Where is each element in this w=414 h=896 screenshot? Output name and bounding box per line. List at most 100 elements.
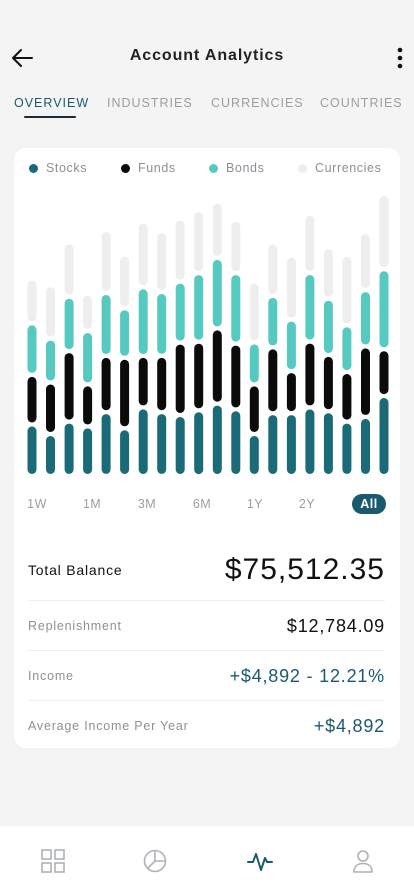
bar-currencies-13 [249,283,259,341]
bar-stocks-18 [342,423,352,474]
bar-bonds-12 [231,275,241,342]
bar-stocks-19 [361,418,370,474]
total-balance-label: Total Balance [28,562,123,578]
bar-bonds-15 [286,321,296,370]
income-label: Income [28,669,74,683]
income-value: +$4,892 - 12.21% [229,665,385,686]
bar-funds-17 [323,356,333,410]
bar-stocks-4 [83,428,93,474]
bar-bonds-18 [342,327,352,371]
bar-funds-5 [101,357,111,411]
bar-funds-12 [231,345,241,408]
period-1w[interactable]: 1W [22,494,52,514]
more-vertical-icon[interactable] [390,44,410,72]
bar-currencies-3 [64,244,74,295]
activity-icon[interactable] [247,848,273,874]
tab-industries[interactable]: INDUSTRIES [107,96,193,110]
grid-icon[interactable] [40,848,66,874]
period-1y[interactable]: 1Y [240,494,270,514]
bar-currencies-7 [138,223,148,286]
bar-funds-4 [83,386,93,425]
replenishment-value: $12,784.09 [286,615,385,636]
bar-funds-2 [46,384,55,432]
bar-currencies-14 [268,244,278,294]
bar-funds-19 [361,348,370,415]
income-row: Income +$4,892 - 12.21% [28,664,385,688]
bar-stocks-17 [323,413,333,474]
period-6m[interactable]: 6M [187,494,217,514]
bar-stocks-8 [157,414,167,474]
bar-stocks-5 [101,414,111,474]
bar-bonds-9 [175,283,185,341]
bar-bonds-3 [64,298,74,350]
bar-stocks-14 [268,415,278,474]
bar-funds-18 [342,374,352,420]
bar-funds-3 [64,353,74,420]
bar-stocks-9 [175,417,185,474]
bar-stocks-6 [120,430,130,474]
bar-funds-15 [286,373,296,412]
pie-chart-icon[interactable] [142,848,168,874]
bar-currencies-15 [286,257,296,318]
bar-stocks-15 [286,415,296,474]
bar-stocks-13 [249,436,259,474]
bar-currencies-17 [323,249,333,297]
analytics-card: Stocks Funds Bonds Currencies 1W 1M 3M 6… [14,148,400,748]
bar-currencies-6 [120,256,130,307]
bar-bonds-4 [83,333,93,383]
tab-overview[interactable]: OVERVIEW [14,96,89,110]
bar-funds-1 [27,376,37,423]
bar-stocks-3 [64,423,74,474]
stacked-bar-chart [27,196,389,475]
bar-stocks-10 [194,412,204,475]
bar-currencies-10 [194,212,204,272]
bar-funds-13 [249,386,259,432]
replenishment-label: Replenishment [28,619,122,633]
bar-funds-6 [120,359,130,427]
avg-income-row: Average Income Per Year +$4,892 [28,714,385,738]
total-balance-value: $75,512.35 [224,553,385,586]
avg-income-value: +$4,892 [313,715,385,736]
divider [28,650,385,651]
page-title: Account Analytics [129,47,285,64]
period-all[interactable]: All [352,494,386,514]
divider [28,700,385,701]
divider [28,600,385,601]
bar-bonds-5 [101,295,111,354]
period-1m[interactable]: 1M [77,494,107,514]
bar-bonds-19 [361,292,370,345]
bar-currencies-19 [361,234,370,289]
bar-currencies-16 [305,215,315,271]
bar-funds-10 [194,343,204,409]
tab-countries[interactable]: COUNTRIES [320,96,403,110]
tab-bar: OVERVIEW INDUSTRIES CURRENCIES COUNTRIES [0,96,414,122]
period-2y[interactable]: 2Y [292,494,322,514]
bar-stocks-2 [46,436,55,474]
bar-stocks-16 [305,409,315,474]
bar-bonds-11 [212,259,222,327]
bar-bonds-7 [138,289,148,354]
bar-currencies-12 [231,221,241,272]
bar-bonds-17 [323,300,333,353]
bar-funds-9 [175,344,185,413]
bar-stocks-1 [27,426,37,474]
bar-bonds-1 [27,325,37,373]
period-3m[interactable]: 3M [132,494,162,514]
bar-bonds-20 [379,271,389,348]
replenishment-row: Replenishment $12,784.09 [28,614,385,638]
user-icon[interactable] [350,848,376,874]
bar-funds-7 [138,357,148,406]
bar-stocks-7 [138,409,148,474]
total-balance-row: Total Balance $75,512.35 [28,550,385,590]
bar-bonds-13 [249,344,259,383]
bar-currencies-18 [342,256,352,324]
bar-funds-14 [268,349,278,412]
bar-currencies-9 [175,220,185,280]
bar-bonds-8 [157,294,167,354]
bar-bonds-16 [305,275,315,340]
bar-currencies-11 [212,203,222,256]
bar-funds-8 [157,357,167,411]
bar-funds-20 [379,351,389,395]
tab-currencies[interactable]: CURRENCIES [211,96,304,110]
bar-currencies-2 [46,287,55,337]
